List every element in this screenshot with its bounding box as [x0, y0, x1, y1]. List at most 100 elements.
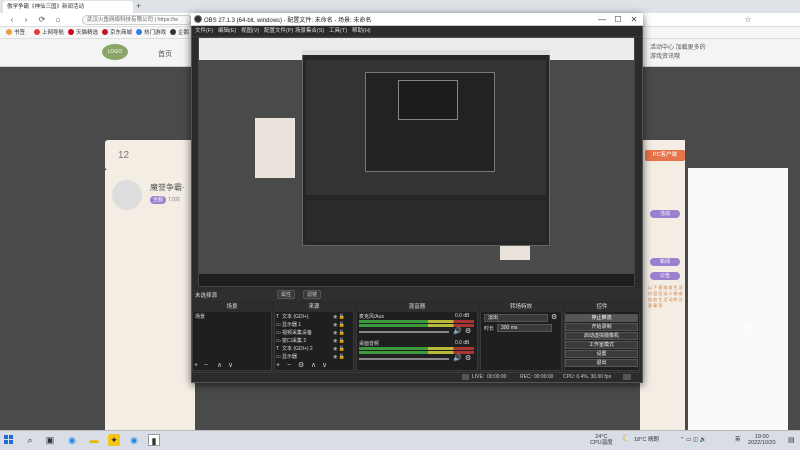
site-body-text: 以 下 视 频 前 生 活 内 容 活 动 人 物 参 加 前 生 活 动 的 … [648, 285, 683, 308]
source-visibility-icons[interactable]: ◉ 🔓 ◉ 🔓 ◉ 🔓 ◉ 🔓 ◉ 🔓 ◉ 🔓 [333, 313, 351, 361]
start-icon-pane [9, 440, 13, 444]
search-icon[interactable]: ⌕ [24, 434, 36, 446]
scenes-dock-title: 场景 [192, 303, 272, 312]
source-item[interactable]: ▭视频采集设备 [276, 329, 312, 337]
site-right-link[interactable]: 活动中心 加载更多的游戏资讯哦 [650, 44, 710, 62]
favorite-item[interactable]: 天猫精选 [68, 28, 98, 38]
mute-icon[interactable]: 🔊 [453, 354, 462, 362]
new-tab-button[interactable]: + [136, 1, 141, 11]
start-icon-pane [4, 440, 8, 444]
mixer-settings-icon[interactable]: ⚙ [465, 354, 471, 362]
scene-item[interactable]: 场景 [195, 313, 269, 321]
ime-indicator[interactable]: 英 [735, 437, 741, 443]
home-icon[interactable]: ⌂ [52, 14, 64, 26]
remove-source-button[interactable]: − [287, 362, 291, 370]
preview-nested-docks [306, 200, 546, 242]
transition-select[interactable]: 淡出 [484, 314, 548, 322]
favorite-item[interactable]: 书签 [6, 28, 25, 38]
properties-button[interactable]: 属性 [277, 290, 296, 299]
edge-icon[interactable]: ◉ [66, 434, 78, 446]
cpu-temp-widget[interactable]: 24°C CPU温度 [590, 434, 613, 446]
browser-icon[interactable]: ◉ [128, 434, 140, 446]
rec-time: 00:00:00 [534, 374, 554, 380]
move-up-icon[interactable]: ∧ [217, 362, 222, 370]
live-time: 00:00:00 [487, 374, 507, 380]
stop-streaming-button[interactable]: 停止推流 [565, 314, 638, 322]
add-scene-button[interactable]: + [194, 362, 198, 370]
weather-widget[interactable]: 18°C 晴朗 [634, 437, 659, 443]
browser-tab-label: 傲学争霸《神仙三国》新闻活动 [7, 4, 85, 10]
source-item[interactable]: ▭窗口采集 2 [276, 337, 306, 345]
source-item[interactable]: ▭显示器 [276, 353, 297, 361]
close-icon[interactable]: ✕ [626, 14, 642, 25]
cpu-status: CPU: 0.4%, 30.00 fps [563, 374, 612, 380]
mute-icon[interactable]: 🔊 [453, 327, 462, 335]
obs-logo-icon [194, 15, 202, 23]
system-tray-icons[interactable]: ⌃ ▭ ◫ 🔊 [680, 437, 706, 443]
site-profile-card [105, 170, 195, 432]
pc-client-button[interactable]: PC客户端 [645, 150, 685, 161]
reload-icon[interactable]: ⟳ [36, 14, 48, 26]
explorer-icon[interactable]: ▬ [88, 434, 100, 446]
clock[interactable]: 19:00 2022/10/20 [748, 434, 776, 446]
menu-view[interactable]: 视图(V) [241, 27, 259, 36]
menu-profile[interactable]: 配置文件(P) [264, 27, 293, 36]
address-bar[interactable]: 武汉火鱼网络科技有限公司 | https://w [82, 15, 192, 25]
live-indicator-icon [462, 374, 469, 380]
menu-file[interactable]: 文件(F) [195, 27, 213, 36]
source-item[interactable]: T 文本 (GDI+) 2 [276, 345, 313, 353]
move-down-icon[interactable]: ∨ [228, 362, 233, 370]
filters-button[interactable]: 滤镜 [303, 290, 322, 299]
maximize-icon[interactable]: ☐ [610, 14, 626, 25]
source-item[interactable]: ▭显示器 1 [276, 321, 301, 329]
duration-input[interactable]: 300 ms [497, 324, 552, 332]
favorite-item[interactable]: 京东商城 [102, 28, 132, 38]
rec-label: REC: [520, 374, 532, 380]
preview-nested-obs-3 [398, 80, 458, 120]
notification-icon[interactable]: ▤ [788, 436, 795, 444]
site-tag: 7.0只 [168, 197, 180, 203]
site-home-link[interactable]: 首页 [158, 49, 172, 59]
source-settings-icon[interactable]: ⚙ [298, 362, 304, 370]
favorite-item[interactable]: 上网导航 [34, 28, 64, 38]
mixer-channel-db: 0.0 dB [455, 340, 470, 346]
add-source-button[interactable]: + [276, 362, 280, 370]
start-virtual-camera-button[interactable]: 启动虚拟摄像机 [565, 332, 638, 340]
move-down-icon[interactable]: ∨ [322, 362, 327, 370]
volume-slider[interactable] [359, 358, 449, 360]
site-logo[interactable]: LOGO [102, 44, 128, 60]
minimize-icon[interactable]: — [594, 14, 610, 25]
back-icon[interactable]: ‹ [6, 14, 18, 26]
volume-slider[interactable] [359, 331, 449, 333]
bookmark-star-icon[interactable]: ☆ [742, 14, 754, 26]
start-icon-pane [9, 435, 13, 439]
menu-tools[interactable]: 工具(T) [329, 27, 347, 36]
app-icon[interactable]: ✦ [108, 434, 120, 446]
start-recording-button[interactable]: 开始录制 [565, 323, 638, 331]
site-side-tag[interactable]: 活动 [650, 210, 680, 218]
forward-icon[interactable]: › [20, 14, 32, 26]
menu-help[interactable]: 帮助(H) [352, 27, 371, 36]
weather-icon[interactable]: ☾ [622, 433, 630, 444]
transition-settings-icon[interactable]: ⚙ [551, 313, 557, 321]
menu-edit[interactable]: 编辑(E) [218, 27, 236, 36]
browser-tab-active[interactable]: 傲学争霸《神仙三国》新闻活动 [3, 1, 133, 13]
favorite-item[interactable]: 企鹅 [170, 28, 189, 38]
studio-mode-button[interactable]: 工作室模式 [565, 341, 638, 349]
obs-taskbar-icon[interactable]: ▮ [148, 434, 160, 446]
site-side-tag[interactable]: 公告 [650, 272, 680, 280]
mixer-settings-icon[interactable]: ⚙ [465, 327, 471, 335]
menu-scene-collection[interactable]: 场景集合(S) [295, 27, 324, 36]
exit-button[interactable]: 退出 [565, 359, 638, 367]
favorite-item[interactable]: 热门游戏 [136, 28, 166, 38]
favorite-icon [34, 29, 40, 35]
remove-scene-button[interactable]: − [204, 362, 208, 370]
controls-dock-title: 控件 [564, 303, 640, 312]
source-item[interactable]: T 文本 (GDI+) [276, 313, 309, 321]
task-view-icon[interactable]: ▣ [44, 434, 56, 446]
site-side-tag[interactable]: 新闻 [650, 258, 680, 266]
favorite-icon [6, 29, 12, 35]
settings-button[interactable]: 设置 [565, 350, 638, 358]
windows-start-icon[interactable] [4, 435, 14, 445]
move-up-icon[interactable]: ∧ [311, 362, 316, 370]
